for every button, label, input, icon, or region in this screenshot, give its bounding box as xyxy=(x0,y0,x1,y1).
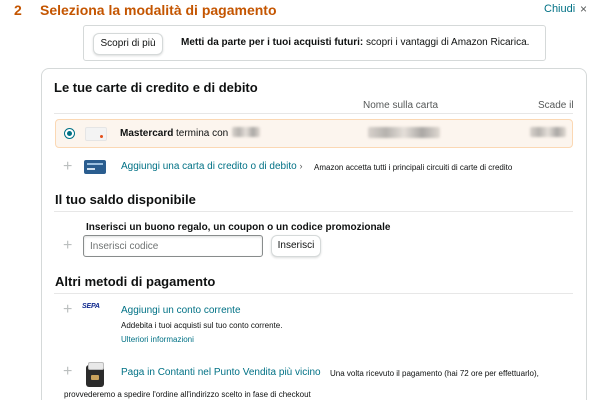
name-on-card-header: Nome sulla carta xyxy=(363,100,439,111)
step-number: 2 xyxy=(14,2,22,18)
step-title: Seleziona la modalità di pagamento xyxy=(40,2,277,18)
redacted-card-name xyxy=(368,127,440,138)
selected-card-row[interactable]: Mastercard termina con xyxy=(55,119,573,148)
promo-bold-text: Metti da parte per i tuoi acquisti futur… xyxy=(181,37,364,48)
step-header: 2 Seleziona la modalità di pagamento Chi… xyxy=(0,0,610,22)
card-radio-selected[interactable] xyxy=(64,128,75,139)
add-card-link-text[interactable]: Aggiungi una carta di credito o di debit… xyxy=(121,161,297,172)
promo-code-input[interactable] xyxy=(83,235,263,257)
expiry-header: Scade il xyxy=(538,100,574,111)
ricarica-promo-box: Scopri di più Metti da parte per i tuoi … xyxy=(83,25,546,61)
cash-payment-note: Una volta ricevuto il pagamento (hai 72 … xyxy=(330,369,539,378)
redacted-card-expiry xyxy=(530,127,566,137)
more-info-link[interactable]: Ulteriori informazioni xyxy=(121,335,194,344)
payment-methods-panel xyxy=(41,68,587,400)
cards-divider xyxy=(54,113,573,114)
redacted-card-number xyxy=(232,127,260,137)
voucher-label: Inserisci un buono regalo, un coupon o u… xyxy=(86,222,391,233)
cash-payment-note-continued: provvederemo a spedire l'ordine all'indi… xyxy=(64,390,311,399)
sepa-icon-text: SEPA xyxy=(82,303,100,310)
card-suffix: termina con xyxy=(176,128,229,139)
card-brand: Mastercard xyxy=(120,128,174,139)
bank-plus-icon: + xyxy=(63,301,73,318)
close-icon[interactable]: × xyxy=(580,2,587,16)
mastercard-icon xyxy=(85,127,107,141)
balance-section-title: Il tuo saldo disponibile xyxy=(55,192,196,207)
cash-payment-link[interactable]: Paga in Contanti nel Punto Vendita più v… xyxy=(121,367,321,378)
promo-normal-text: scopri i vantaggi di Amazon Ricarica. xyxy=(363,37,530,48)
apply-code-button[interactable]: Inserisci xyxy=(271,235,321,257)
sepa-icon: SEPA xyxy=(82,303,106,315)
credit-card-icon xyxy=(84,160,106,174)
bank-description: Addebita i tuoi acquisti sul tuo conto c… xyxy=(121,321,283,330)
cash-payment-icon xyxy=(86,362,104,387)
add-card-plus-icon: + xyxy=(63,158,73,175)
close-link[interactable]: Chiudi xyxy=(544,3,575,15)
other-methods-title: Altri metodi di pagamento xyxy=(55,274,216,289)
other-methods-divider xyxy=(54,293,573,294)
chevron-right-icon: › xyxy=(299,161,303,171)
add-bank-account-link[interactable]: Aggiungi un conto corrente xyxy=(121,305,241,316)
cards-section-title: Le tue carte di credito e di debito xyxy=(54,80,258,95)
balance-divider xyxy=(54,211,573,212)
learn-more-button[interactable]: Scopri di più xyxy=(93,33,163,55)
cash-plus-icon: + xyxy=(63,363,73,380)
accepted-cards-note: Amazon accetta tutti i principali circui… xyxy=(314,163,513,172)
promo-text: Metti da parte per i tuoi acquisti futur… xyxy=(181,37,529,48)
add-card-link[interactable]: Aggiungi una carta di credito o di debit… xyxy=(121,161,302,172)
voucher-plus-icon: + xyxy=(63,237,73,254)
